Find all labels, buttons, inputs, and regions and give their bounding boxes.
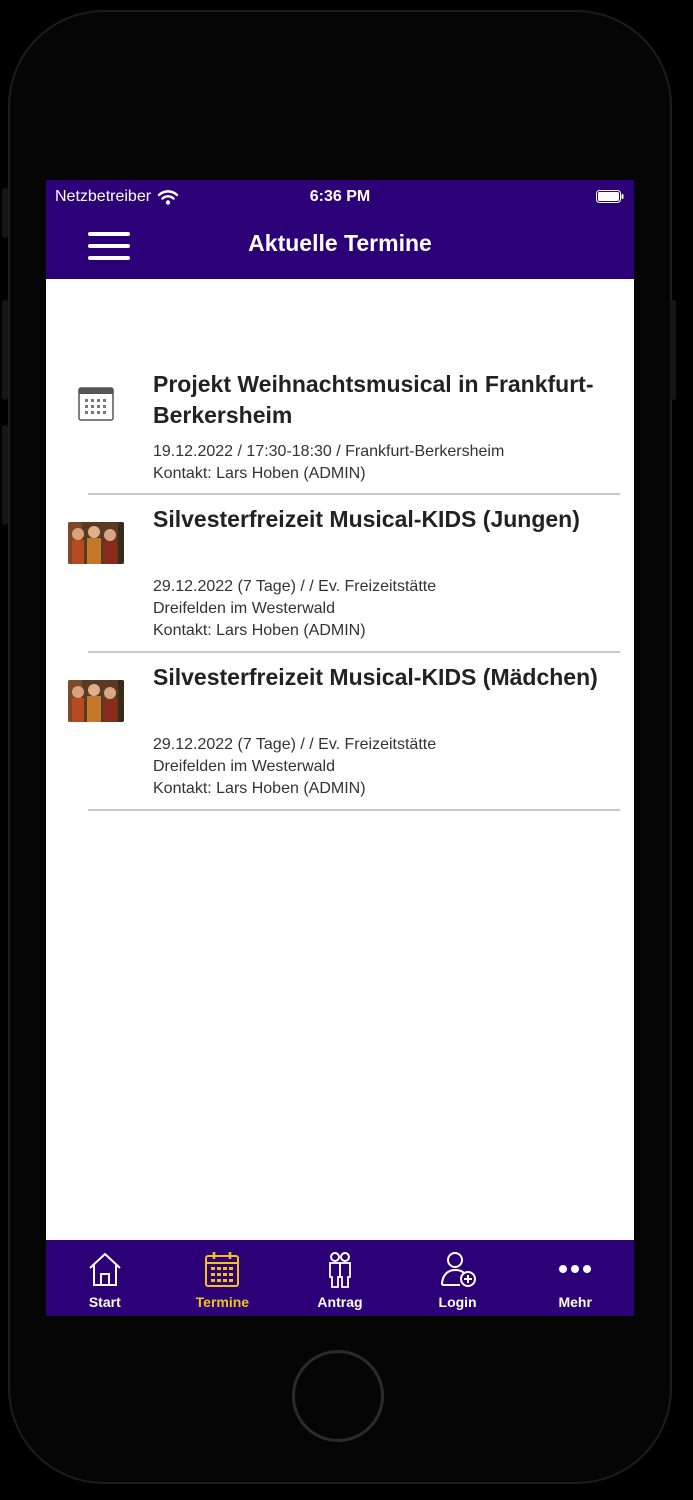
page-title: Aktuelle Termine <box>248 230 432 256</box>
tab-antrag[interactable]: Antrag <box>281 1240 399 1316</box>
event-location: Dreifelden im Westerwald <box>153 600 335 617</box>
clock: 6:36 PM <box>309 188 371 205</box>
silent-switch <box>2 188 8 238</box>
event-contact: Kontakt: Lars Hoben (ADMIN) <box>153 780 366 797</box>
list-item[interactable]: Silvesterfreizeit Musical-KIDS (Jungen) … <box>46 496 634 654</box>
calendar-icon <box>78 387 114 421</box>
add-user-icon <box>440 1252 476 1287</box>
event-title: Silvesterfreizeit Musical-KIDS (Jungen) <box>153 506 580 532</box>
divider <box>88 493 620 495</box>
event-title: Silvesterfreizeit Musical-KIDS (Mädchen) <box>153 664 598 690</box>
event-contact: Kontakt: Lars Hoben (ADMIN) <box>153 465 366 482</box>
list-item[interactable]: Projekt Weihnachtsmusical in Frankfurt-B… <box>46 279 634 496</box>
tab-bar: Start Termine Antrag Login Mehr <box>46 1240 634 1316</box>
home-button[interactable] <box>292 1350 384 1442</box>
tab-termine[interactable]: Termine <box>164 1240 282 1316</box>
divider <box>88 651 620 653</box>
status-bar: Netzbetreiber 6:36 PM <box>46 180 634 214</box>
event-contact: Kontakt: Lars Hoben (ADMIN) <box>153 622 366 639</box>
tab-start[interactable]: Start <box>46 1240 164 1316</box>
tab-mehr[interactable]: Mehr <box>516 1240 634 1316</box>
battery-icon <box>596 190 624 203</box>
tab-label: Login <box>438 1294 477 1310</box>
tab-login[interactable]: Login <box>399 1240 517 1316</box>
volume-down-button <box>2 425 8 525</box>
nav-bar: Aktuelle Termine <box>46 214 634 279</box>
tab-label: Termine <box>195 1294 250 1310</box>
event-location: Dreifelden im Westerwald <box>153 758 335 775</box>
divider <box>88 809 620 811</box>
tab-label: Antrag <box>317 1294 363 1310</box>
tab-label: Mehr <box>558 1294 592 1310</box>
list-item[interactable]: Silvesterfreizeit Musical-KIDS (Mädchen)… <box>46 654 634 812</box>
app-screen: Netzbetreiber 6:36 PM Aktuelle Termine P… <box>46 180 634 1316</box>
event-date-location: 19.12.2022 / 17:30-18:30 / Frankfurt-Ber… <box>153 443 505 460</box>
event-title: Projekt Weihnachtsmusical in Frankfurt-B… <box>153 371 594 428</box>
event-date-location: 29.12.2022 (7 Tage) / / Ev. Freizeitstät… <box>153 736 437 753</box>
event-photo-thumbnail <box>68 522 124 564</box>
event-photo-thumbnail <box>68 680 124 722</box>
people-icon <box>329 1252 351 1288</box>
tab-label: Start <box>88 1294 121 1310</box>
calendar-icon <box>205 1252 240 1287</box>
power-button <box>670 300 676 400</box>
event-date-location: 29.12.2022 (7 Tage) / / Ev. Freizeitstät… <box>153 578 437 595</box>
more-dots-icon <box>559 1265 592 1273</box>
home-icon <box>89 1253 121 1286</box>
volume-up-button <box>2 300 8 400</box>
